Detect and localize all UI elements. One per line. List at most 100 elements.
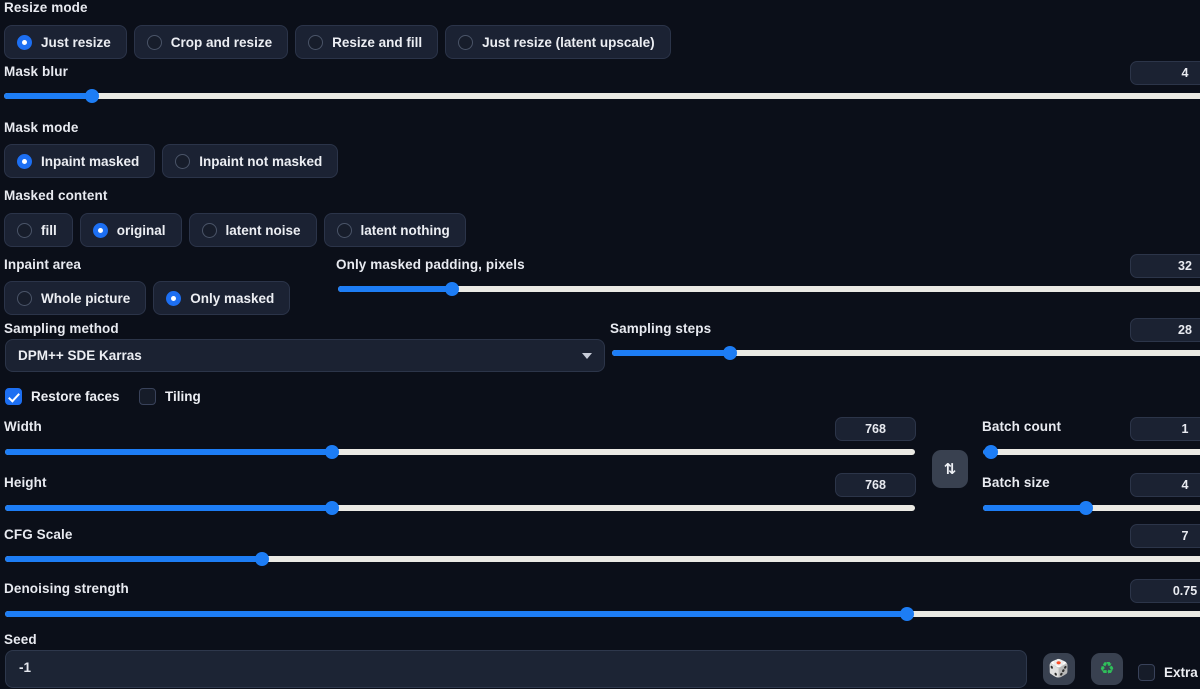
batch-size-value[interactable]: 4 xyxy=(1130,473,1200,497)
radio-dot-icon xyxy=(17,153,32,169)
radio-only-masked[interactable]: Only masked xyxy=(153,281,291,315)
denoising-strength-slider[interactable] xyxy=(5,606,1200,622)
radio-fill[interactable]: fill xyxy=(4,213,73,247)
only-masked-padding-slider[interactable] xyxy=(338,281,1200,297)
radio-label: latent noise xyxy=(225,222,301,238)
mask-blur-value[interactable]: 4 xyxy=(1130,61,1200,85)
height-value[interactable]: 768 xyxy=(835,473,916,497)
width-slider[interactable] xyxy=(5,444,915,460)
slider-thumb[interactable] xyxy=(325,445,339,459)
mask-mode-radio-group: Inpaint masked Inpaint not masked xyxy=(4,144,339,178)
slider-fill xyxy=(5,611,907,617)
restore-faces-checkbox[interactable]: Restore faces xyxy=(5,388,120,405)
height-label: Height xyxy=(4,475,47,490)
width-label: Width xyxy=(4,419,42,434)
slider-track xyxy=(4,93,1200,99)
slider-fill xyxy=(5,505,332,511)
sampling-steps-slider[interactable] xyxy=(612,345,1200,361)
batch-count-slider[interactable] xyxy=(983,444,1200,460)
batch-count-label: Batch count xyxy=(982,419,1062,434)
tiling-label: Tiling xyxy=(165,389,201,404)
radio-dot-icon xyxy=(146,34,162,50)
extra-seed-checkbox[interactable]: Extra xyxy=(1138,664,1198,681)
radio-latent-noise[interactable]: latent noise xyxy=(188,213,317,247)
slider-fill xyxy=(612,350,730,356)
extra-label: Extra xyxy=(1164,665,1198,680)
inpaint-area-label: Inpaint area xyxy=(4,257,81,272)
slider-thumb[interactable] xyxy=(723,346,737,360)
width-value[interactable]: 768 xyxy=(835,417,916,441)
radio-label: Only masked xyxy=(190,290,275,306)
slider-track xyxy=(338,286,1200,292)
slider-thumb[interactable] xyxy=(445,282,459,296)
radio-whole-picture[interactable]: Whole picture xyxy=(4,281,147,315)
radio-label: Just resize (latent upscale) xyxy=(482,34,655,50)
radio-just-resize[interactable]: Just resize xyxy=(4,25,127,59)
img2img-inpaint-settings-panel: Resize mode Just resize Crop and resize … xyxy=(0,0,1200,689)
radio-dot-icon xyxy=(308,34,324,50)
slider-fill xyxy=(5,449,332,455)
batch-count-value[interactable]: 1 xyxy=(1130,417,1200,441)
sampling-method-label: Sampling method xyxy=(4,321,119,336)
radio-dot-icon xyxy=(458,34,474,50)
radio-just-resize-latent-upscale[interactable]: Just resize (latent upscale) xyxy=(445,25,671,59)
mask-mode-label: Mask mode xyxy=(4,120,79,135)
mask-blur-slider[interactable] xyxy=(4,88,1200,104)
restore-faces-label: Restore faces xyxy=(31,389,120,404)
slider-thumb[interactable] xyxy=(85,89,99,103)
radio-label: latent nothing xyxy=(360,222,450,238)
radio-dot-icon xyxy=(92,222,108,238)
radio-label: Whole picture xyxy=(41,290,131,306)
radio-crop-and-resize[interactable]: Crop and resize xyxy=(133,25,289,59)
radio-label: fill xyxy=(41,222,57,238)
radio-label: Inpaint masked xyxy=(41,153,140,169)
height-slider[interactable] xyxy=(5,500,915,516)
slider-thumb[interactable] xyxy=(325,501,339,515)
slider-thumb[interactable] xyxy=(984,445,998,459)
seed-input[interactable]: -1 xyxy=(5,650,1027,688)
batch-size-slider[interactable] xyxy=(983,500,1200,516)
seed-recycle-button[interactable]: ♻ xyxy=(1091,653,1123,685)
radio-dot-icon xyxy=(17,290,32,306)
radio-dot-icon xyxy=(17,34,32,50)
swap-width-height-button[interactable]: ⇅ xyxy=(932,450,968,488)
radio-dot-icon xyxy=(175,153,191,169)
dice-icon: 🎲 xyxy=(1048,659,1070,679)
radio-label: Resize and fill xyxy=(332,34,423,50)
denoising-strength-label: Denoising strength xyxy=(4,581,129,596)
radio-inpaint-not-masked[interactable]: Inpaint not masked xyxy=(162,144,339,178)
radio-label: original xyxy=(116,222,166,238)
resize-mode-label: Resize mode xyxy=(4,0,88,15)
checkbox-icon xyxy=(5,388,22,405)
mask-blur-label: Mask blur xyxy=(4,64,68,79)
masked-content-label: Masked content xyxy=(4,188,108,203)
checkbox-icon xyxy=(1138,664,1155,681)
cfg-scale-label: CFG Scale xyxy=(4,527,73,542)
only-masked-padding-label: Only masked padding, pixels xyxy=(336,257,525,272)
swap-arrows-icon: ⇅ xyxy=(943,460,957,478)
slider-thumb[interactable] xyxy=(1079,501,1093,515)
radio-label: Crop and resize xyxy=(170,34,273,50)
radio-inpaint-masked[interactable]: Inpaint masked xyxy=(4,144,156,178)
chevron-down-icon xyxy=(582,352,592,359)
radio-original[interactable]: original xyxy=(79,213,182,247)
radio-dot-icon xyxy=(201,222,217,238)
recycle-icon: ♻ xyxy=(1099,659,1115,679)
slider-fill xyxy=(4,93,92,99)
slider-thumb[interactable] xyxy=(900,607,914,621)
radio-resize-and-fill[interactable]: Resize and fill xyxy=(295,25,439,59)
only-masked-padding-value[interactable]: 32 xyxy=(1130,254,1200,278)
resize-mode-radio-group: Just resize Crop and resize Resize and f… xyxy=(4,25,671,59)
seed-random-button[interactable]: 🎲 xyxy=(1043,653,1075,685)
radio-dot-icon xyxy=(166,290,182,306)
masked-content-radio-group: fill original latent noise latent nothin… xyxy=(4,213,466,247)
radio-latent-nothing[interactable]: latent nothing xyxy=(323,213,466,247)
checkbox-icon xyxy=(139,388,156,405)
cfg-scale-slider[interactable] xyxy=(5,551,1200,567)
sampling-method-dropdown[interactable]: DPM++ SDE Karras xyxy=(5,339,605,372)
slider-thumb[interactable] xyxy=(255,552,269,566)
tiling-checkbox[interactable]: Tiling xyxy=(139,388,201,405)
sampling-steps-value[interactable]: 28 xyxy=(1130,318,1200,342)
denoising-strength-value[interactable]: 0.75 xyxy=(1130,579,1200,603)
cfg-scale-value[interactable]: 7 xyxy=(1130,524,1200,548)
